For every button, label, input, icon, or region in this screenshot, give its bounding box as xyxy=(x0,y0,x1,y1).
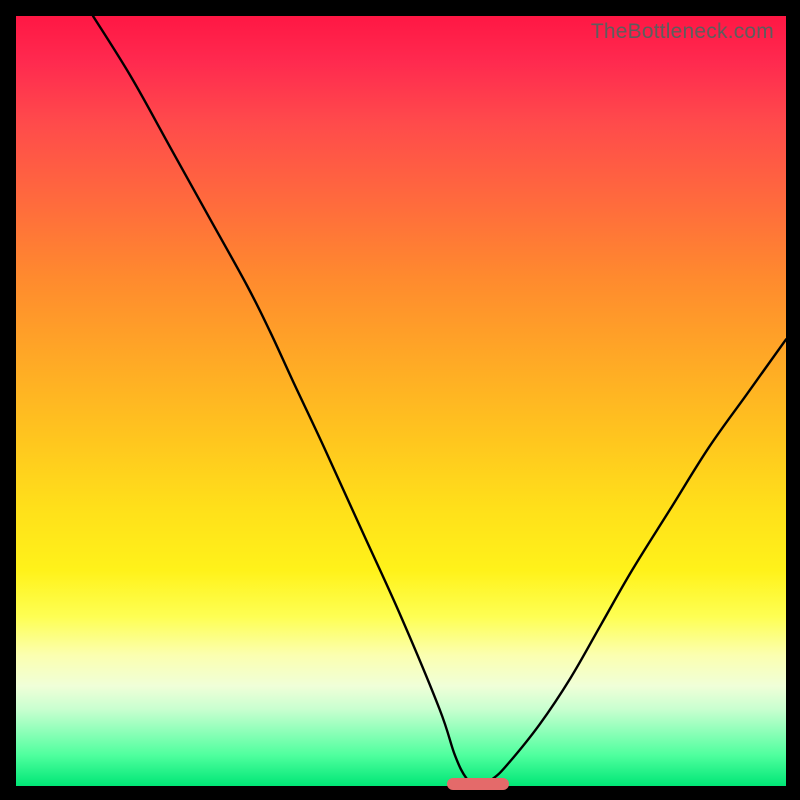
chart-frame: TheBottleneck.com xyxy=(0,0,800,800)
plot-area: TheBottleneck.com xyxy=(16,16,786,786)
watermark-text: TheBottleneck.com xyxy=(591,20,774,44)
bottleneck-curve xyxy=(16,16,786,786)
optimal-range-marker xyxy=(447,778,509,790)
